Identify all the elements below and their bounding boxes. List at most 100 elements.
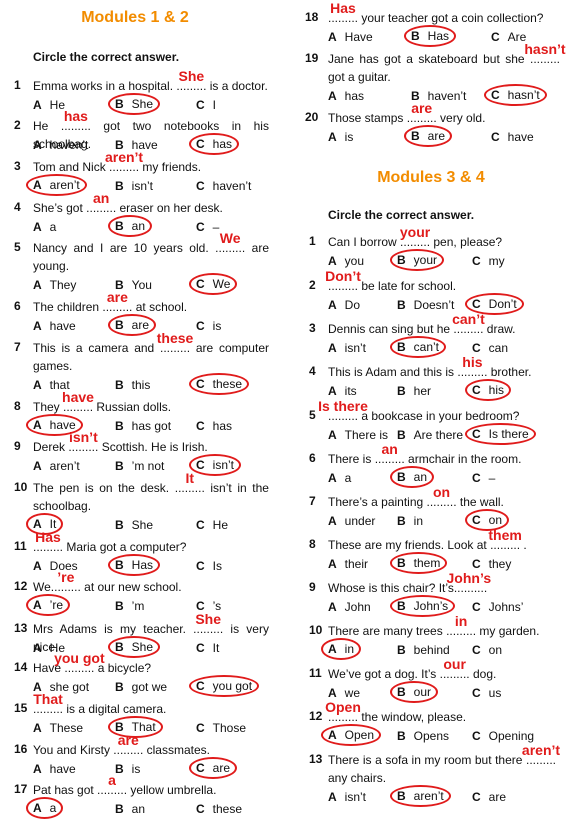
option-b[interactable]: Ban <box>115 800 145 818</box>
option-c[interactable]: Cis <box>196 317 221 335</box>
option-b-circled[interactable]: Baren’t <box>390 785 451 807</box>
option-c-circled[interactable]: C Is there <box>465 423 536 445</box>
option-c[interactable]: C Johns’ <box>472 598 523 616</box>
option-b-circled[interactable]: Byour <box>390 249 445 271</box>
option-b[interactable]: B She <box>115 516 153 534</box>
option-a[interactable]: Aa <box>33 218 56 236</box>
option-a[interactable]: Ahave <box>33 760 76 778</box>
option-c-circled[interactable]: Chis <box>465 379 512 401</box>
option-b[interactable]: B Are there <box>397 426 463 444</box>
option-a-circled[interactable]: Aaren’t <box>26 174 87 196</box>
option-c-circled[interactable]: Care <box>189 757 238 779</box>
option-b-circled[interactable]: Bour <box>390 681 439 703</box>
option-b[interactable]: B ’m <box>115 597 144 615</box>
option-text: can <box>488 341 509 355</box>
option-a[interactable]: Aaren’t <box>33 457 80 475</box>
option-b[interactable]: Bin <box>397 512 423 530</box>
answer-blank: ......... Don’t <box>325 268 361 295</box>
option-a-circled[interactable]: A Open <box>321 724 382 746</box>
option-a[interactable]: Aa <box>328 469 351 487</box>
option-b-circled[interactable]: Bare <box>404 125 453 147</box>
option-b[interactable]: B Opens <box>397 727 449 745</box>
option-c-circled[interactable]: Chasn’t <box>484 84 547 106</box>
option-c-circled[interactable]: C We <box>189 273 238 295</box>
option-b-circled[interactable]: Bthem <box>390 552 448 574</box>
option-b-circled[interactable]: B She <box>108 636 161 658</box>
option-b-circled[interactable]: Ban <box>108 215 153 237</box>
option-a[interactable]: Aisn’t <box>328 339 366 357</box>
option-c-circled[interactable]: Cthese <box>189 373 250 395</box>
option-c[interactable]: C – <box>196 218 219 236</box>
option-a[interactable]: Ahave <box>33 317 76 335</box>
option-c[interactable]: C Those <box>196 719 246 737</box>
option-b[interactable]: B Doesn’t <box>397 296 454 314</box>
option-c[interactable]: C He <box>196 516 228 534</box>
option-b[interactable]: Bbehind <box>397 641 450 659</box>
option-b[interactable]: B ’m not <box>115 457 164 475</box>
option-c[interactable]: C – <box>472 469 495 487</box>
option-c-circled[interactable]: Cyou got <box>189 675 260 697</box>
question-text: We.........’re at our new school. <box>33 569 269 596</box>
option-c[interactable]: C Are <box>491 28 526 46</box>
text-after-blank: is a doctor. <box>206 79 268 93</box>
option-text: is <box>131 762 141 776</box>
option-b-circled[interactable]: Bare <box>108 314 157 336</box>
option-a-circled[interactable]: A ’re <box>26 594 71 616</box>
option-b-circled[interactable]: B Has <box>404 25 457 47</box>
option-letter: A <box>328 428 337 442</box>
option-text: their <box>344 557 369 571</box>
option-c[interactable]: Cmy <box>472 252 505 270</box>
option-a[interactable]: Aisn’t <box>328 788 366 806</box>
option-a-circled[interactable]: Ain <box>321 638 362 660</box>
option-b[interactable]: Bhas got <box>115 417 171 435</box>
option-c-circled[interactable]: Cisn’t <box>189 454 242 476</box>
option-a[interactable]: Aunder <box>328 512 375 530</box>
option-b[interactable]: Bthis <box>115 376 150 394</box>
option-c[interactable]: C Is <box>196 557 222 575</box>
text-after-blank: Maria got a computer? <box>63 540 187 554</box>
question-number: 3 <box>14 159 21 173</box>
option-a[interactable]: A Do <box>328 296 360 314</box>
option-a[interactable]: A He <box>33 96 65 114</box>
option-c[interactable]: Chas <box>196 417 232 435</box>
option-a[interactable]: A They <box>33 276 76 294</box>
text-after-blank: dog. <box>469 667 497 681</box>
option-letter: C <box>472 471 481 485</box>
option-b[interactable]: Bgot we <box>115 678 167 696</box>
option-c[interactable]: Cthese <box>196 800 242 818</box>
option-c[interactable]: Con <box>472 641 502 659</box>
option-c[interactable]: Chave <box>491 128 534 146</box>
option-letter: A <box>328 790 337 804</box>
option-b-circled[interactable]: B Has <box>108 554 161 576</box>
option-b[interactable]: Bisn’t <box>115 177 153 195</box>
option-text: in <box>344 642 355 656</box>
option-letter: A <box>33 220 42 234</box>
option-c[interactable]: Care <box>472 788 506 806</box>
option-a[interactable]: Ais <box>328 128 353 146</box>
option-a[interactable]: A Have <box>328 28 373 46</box>
handwritten-answer: That <box>33 691 63 707</box>
option-c-circled[interactable]: Chas <box>189 133 240 155</box>
option-a[interactable]: A There is <box>328 426 388 444</box>
option-a[interactable]: A John <box>328 598 371 616</box>
option-letter: A <box>328 642 337 656</box>
option-text: John’s <box>413 599 449 613</box>
option-a-circled[interactable]: Aa <box>26 797 64 819</box>
option-text: Are there <box>413 428 464 442</box>
option-a[interactable]: Ahaven’t <box>33 136 88 154</box>
option-b-circled[interactable]: B John’s <box>390 595 456 617</box>
option-c[interactable]: C It <box>196 639 219 657</box>
option-text: under <box>344 514 376 528</box>
option-a[interactable]: Ahas <box>328 87 364 105</box>
option-c[interactable]: CI <box>196 96 216 114</box>
option-b[interactable]: Bis <box>115 760 140 778</box>
option-b-circled[interactable]: Ban <box>390 466 435 488</box>
option-a[interactable]: A These <box>33 719 83 737</box>
option-a[interactable]: Atheir <box>328 555 368 573</box>
option-b-circled[interactable]: B She <box>108 93 161 115</box>
option-b-circled[interactable]: Bcan’t <box>390 336 447 358</box>
handwritten-answer: your <box>399 224 431 240</box>
option-c[interactable]: Chaven’t <box>196 177 251 195</box>
option-c[interactable]: Cus <box>472 684 501 702</box>
option-b[interactable]: Bher <box>397 382 431 400</box>
